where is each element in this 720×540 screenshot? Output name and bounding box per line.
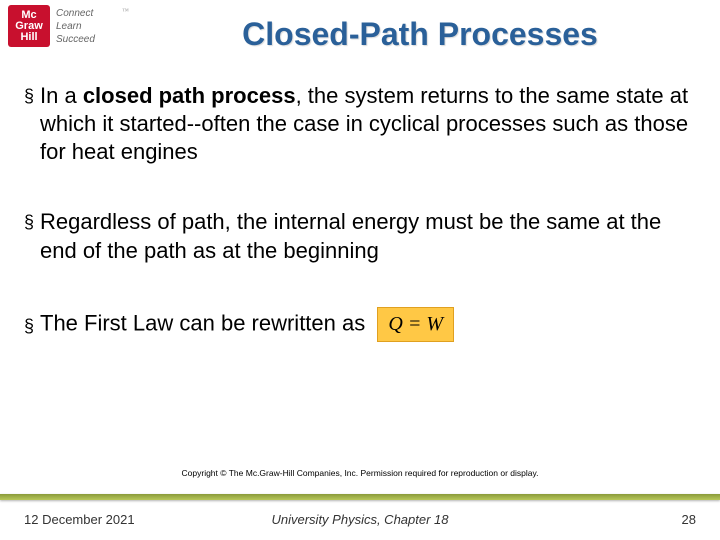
logo-tagline: Connect Learn Succeed bbox=[56, 7, 95, 46]
bullet-marker-icon: § bbox=[24, 312, 40, 338]
bullet-marker-icon: § bbox=[24, 208, 40, 264]
bullet-text-2: Regardless of path, the internal energy … bbox=[40, 208, 704, 264]
bullet-item-3: § The First Law can be rewritten as Q = … bbox=[24, 307, 704, 343]
b1-pre: In a bbox=[40, 83, 83, 108]
bullet-item-1: § In a closed path process, the system r… bbox=[24, 82, 704, 166]
logo-text-graw: Graw bbox=[15, 21, 43, 32]
bullet-item-2: § Regardless of path, the internal energ… bbox=[24, 208, 704, 264]
b3-text: The First Law can be rewritten as bbox=[40, 310, 365, 335]
footer-chapter: University Physics, Chapter 18 bbox=[0, 512, 720, 527]
tagline-connect: Connect bbox=[56, 7, 95, 20]
logo-text-mc: Mc bbox=[21, 10, 36, 21]
logo-text-hill: Hill bbox=[20, 32, 37, 43]
content-area: § In a closed path process, the system r… bbox=[24, 82, 704, 384]
logo-badge: Mc Graw Hill bbox=[8, 5, 50, 47]
trademark-symbol: ™ bbox=[122, 7, 129, 15]
footer-page-number: 28 bbox=[682, 512, 696, 527]
bullet-text-1: In a closed path process, the system ret… bbox=[40, 82, 704, 166]
bullet-text-3: The First Law can be rewritten as Q = W bbox=[40, 307, 704, 343]
tagline-learn: Learn bbox=[56, 20, 95, 33]
slide-footer: 12 December 2021 University Physics, Cha… bbox=[0, 494, 720, 540]
equation-box: Q = W bbox=[377, 307, 454, 343]
bullet-marker-icon: § bbox=[24, 82, 40, 166]
publisher-logo: Mc Graw Hill Connect Learn Succeed ™ bbox=[8, 5, 136, 53]
copyright-notice: Copyright © The Mc.Graw-Hill Companies, … bbox=[0, 468, 720, 478]
tagline-succeed: Succeed bbox=[56, 33, 95, 46]
footer-divider bbox=[0, 494, 720, 500]
b1-bold: closed path process bbox=[83, 83, 296, 108]
slide-title: Closed-Path Processes bbox=[150, 16, 690, 53]
